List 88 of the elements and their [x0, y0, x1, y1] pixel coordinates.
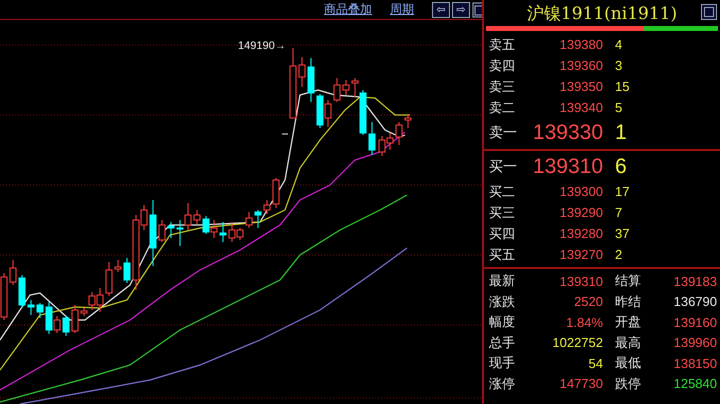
candle [308, 58, 314, 102]
stat-value: 147730 [558, 376, 603, 392]
price-value: 139350 [558, 79, 603, 94]
price-value: 139340 [558, 100, 603, 115]
price-value: 139310 [532, 154, 603, 178]
nav-button[interactable]: ⇦ [432, 2, 450, 18]
high-price-label: 149190→ [238, 40, 286, 52]
order-level-label: 买五 [489, 246, 516, 264]
volume-value: 4 [615, 37, 622, 52]
candle [106, 262, 112, 296]
stat-value: 139160 [672, 314, 717, 330]
price-value: 139280 [558, 226, 603, 241]
price-value: 139330 [532, 120, 603, 144]
contract-title: 沪镍1911(ni1911) [526, 2, 678, 24]
stat-value: 125840 [672, 376, 717, 392]
candle [264, 200, 270, 214]
order-level-label: 卖五 [489, 36, 516, 54]
candle [404, 114, 412, 128]
order-level-label: 卖二 [489, 100, 516, 116]
candle [290, 48, 296, 118]
candle [124, 258, 130, 284]
toolbar-link[interactable]: 商品叠加 [324, 1, 372, 18]
toolbar-link[interactable]: 周期 [390, 1, 414, 18]
stat-label: 总手 [489, 334, 516, 352]
stat-value: 1022752 [551, 335, 603, 350]
price-value: 139300 [558, 184, 603, 199]
order-level-label: 卖一 [489, 124, 518, 142]
stat-value: 136790 [672, 294, 717, 310]
order-level-label: 买一 [489, 158, 518, 176]
volume-value: 3 [615, 58, 622, 73]
stat-value: 139960 [672, 335, 717, 350]
order-level-label: 卖四 [489, 58, 516, 74]
nav-button[interactable]: ⇨ [452, 2, 470, 18]
stat-label: 最新 [489, 273, 516, 290]
stat-value: 138150 [672, 356, 717, 371]
candle [28, 300, 34, 316]
stat-label: 现手 [489, 355, 516, 372]
maximize-icon[interactable] [701, 4, 717, 20]
candle [10, 260, 16, 286]
stat-label: 昨结 [614, 294, 642, 311]
stat-label: 最低 [614, 355, 642, 372]
candle [334, 78, 340, 102]
candle [150, 200, 156, 266]
candle [18, 274, 26, 308]
volume-value: 17 [615, 184, 630, 199]
stat-label: 涨停 [489, 376, 516, 393]
stat-label: 开盘 [614, 314, 642, 332]
stat-label: 跌停 [614, 376, 642, 393]
candle [246, 212, 252, 228]
stat-value: 139183 [672, 274, 717, 289]
candle [36, 302, 44, 318]
stat-label: 结算 [614, 273, 642, 290]
candle [396, 122, 402, 146]
price-value: 139270 [558, 247, 603, 262]
stat-value: 139310 [558, 274, 603, 289]
order-level-label: 卖三 [489, 78, 516, 96]
order-level-label: 买三 [489, 204, 516, 222]
stat-label: 最高 [614, 334, 642, 352]
candle [342, 80, 350, 96]
price-value: 139290 [558, 205, 603, 220]
volume-value: 37 [615, 226, 630, 241]
volume-value: 5 [615, 100, 622, 115]
candle [298, 56, 306, 88]
candle [368, 122, 376, 156]
candle [194, 210, 200, 224]
volume-value: 7 [615, 205, 622, 220]
candle [62, 316, 70, 336]
candle [158, 220, 166, 242]
volume-value: 15 [615, 79, 630, 94]
price-value: 139360 [558, 58, 603, 73]
candle [114, 260, 122, 272]
order-level-label: 买四 [489, 226, 516, 242]
candle [254, 210, 262, 228]
order-level-label: 买二 [489, 184, 516, 200]
window-icon[interactable] [472, 2, 482, 18]
volume-value: 1 [615, 120, 627, 144]
candle [272, 178, 280, 208]
stat-label: 幅度 [489, 314, 516, 332]
candle [220, 222, 226, 242]
stat-value: 1.84% [565, 314, 603, 330]
stat-value: 2520 [573, 294, 603, 310]
price-value: 139380 [558, 37, 603, 52]
stat-label: 涨跌 [489, 294, 516, 311]
candle [168, 222, 174, 238]
volume-value: 6 [615, 154, 627, 178]
candle [72, 304, 78, 334]
volume-value: 2 [615, 247, 622, 262]
stat-value: 54 [588, 356, 603, 371]
